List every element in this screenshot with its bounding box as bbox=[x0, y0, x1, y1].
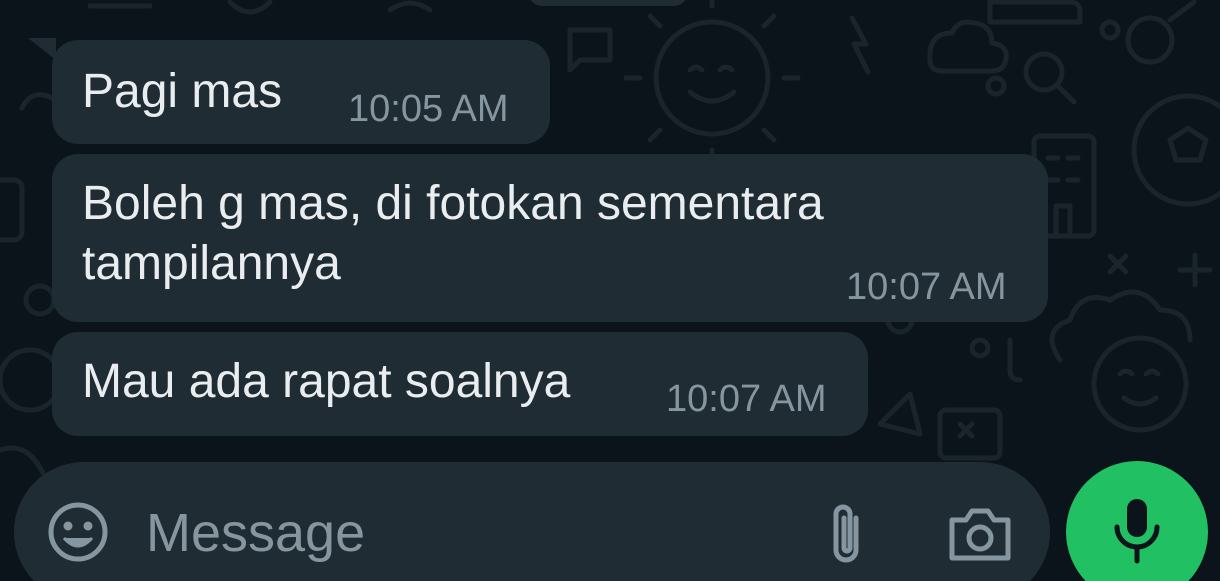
message-bubble[interactable]: Mau ada rapat soalnya 10:07 AM bbox=[52, 332, 868, 436]
mic-icon bbox=[1114, 499, 1160, 564]
bubble-tail bbox=[28, 38, 56, 60]
message-text: Mau ada rapat soalnya bbox=[82, 355, 571, 408]
message-input[interactable]: Message bbox=[146, 502, 365, 564]
emoji-icon[interactable] bbox=[46, 500, 110, 564]
chat-area: Pagi mas 10:05 AM Boleh g mas, di fotoka… bbox=[0, 0, 1220, 581]
camera-icon[interactable] bbox=[946, 504, 1014, 564]
message-composer[interactable]: Message bbox=[14, 462, 1050, 581]
message-text: Boleh g mas, di fotokan sementara tampil… bbox=[82, 177, 824, 290]
attach-icon[interactable] bbox=[820, 500, 872, 570]
message-time: 10:07 AM bbox=[846, 266, 1007, 308]
message-text: Pagi mas bbox=[82, 65, 283, 118]
message-bubble[interactable]: Pagi mas 10:05 AM bbox=[52, 40, 550, 144]
message-bubble[interactable]: Boleh g mas, di fotokan sementara tampil… bbox=[52, 154, 1048, 322]
message-time: 10:05 AM bbox=[348, 88, 509, 130]
message-time: 10:07 AM bbox=[666, 378, 827, 420]
previous-message-edge bbox=[528, 0, 688, 6]
